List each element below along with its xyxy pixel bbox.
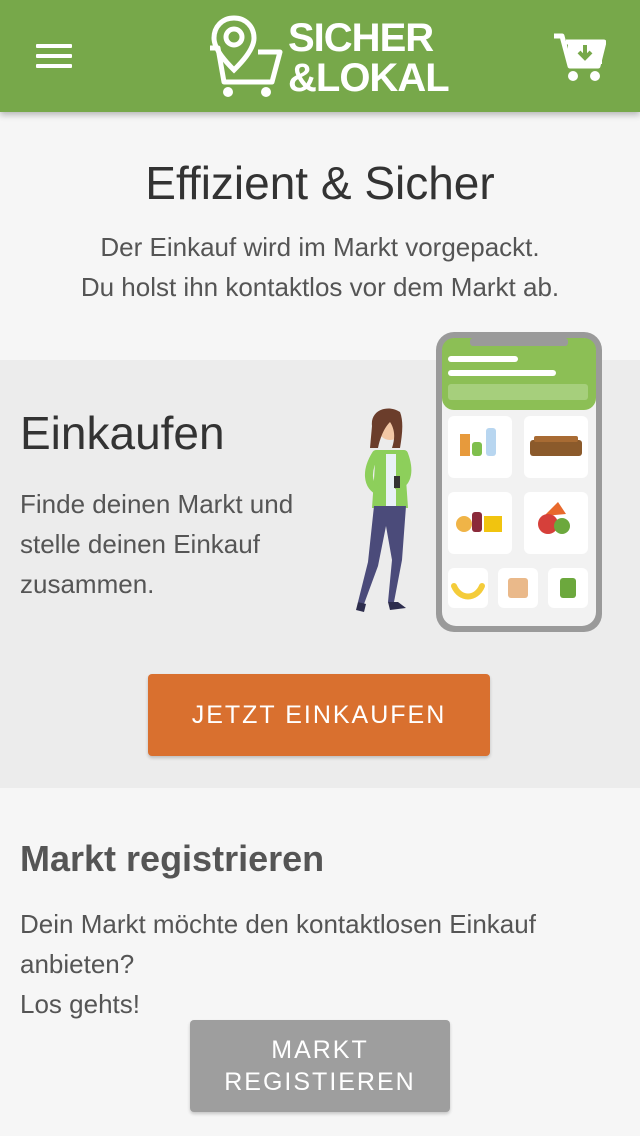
shopping-app-illustration [356,332,602,632]
register-market-button[interactable]: MARKT REGISTIEREN [190,1020,450,1112]
cart-download-icon[interactable] [552,30,606,84]
logo-wordmark: SICHER &LOKAL [288,16,450,100]
shop-description: Finde deinen Markt und stelle deinen Ein… [20,489,294,599]
register-description-line-2: Los gehts! [20,989,140,1019]
register-description: Dein Markt möchte den kontaktlosen Einka… [20,904,630,1024]
app-logo[interactable]: SICHER &LOKAL [208,14,450,100]
register-description-line-1: Dein Markt möchte den kontaktlosen Einka… [20,909,536,979]
register-button-label-2: REGISTIEREN [224,1068,416,1096]
location-cart-icon [210,15,283,97]
hero-title: Effizient & Sicher [145,157,495,209]
top-app-bar: SICHER &LOKAL [0,0,640,112]
register-button-label-1: MARKT [271,1036,369,1064]
hero-section: Effizient & Sicher Der Einkauf wird im M… [0,112,640,360]
register-title: Markt registrieren [20,838,325,879]
logo-line-2: &LOKAL [288,56,450,100]
hero-subtitle-line-1: Der Einkauf wird im Markt vorgepackt. [100,232,540,262]
hero-subtitle-line-2: Du holst ihn kontaktlos vor dem Markt ab… [80,272,560,302]
shop-now-button[interactable]: JETZT EINKAUFEN [148,674,490,756]
shop-title: Einkaufen [20,407,225,459]
shop-section: Einkaufen Finde deinen Markt und stelle … [0,332,640,788]
register-market-section: Markt registrieren Dein Markt möchte den… [0,788,640,1136]
hamburger-menu-icon[interactable] [36,44,76,70]
logo-line-1: SICHER [288,16,434,60]
